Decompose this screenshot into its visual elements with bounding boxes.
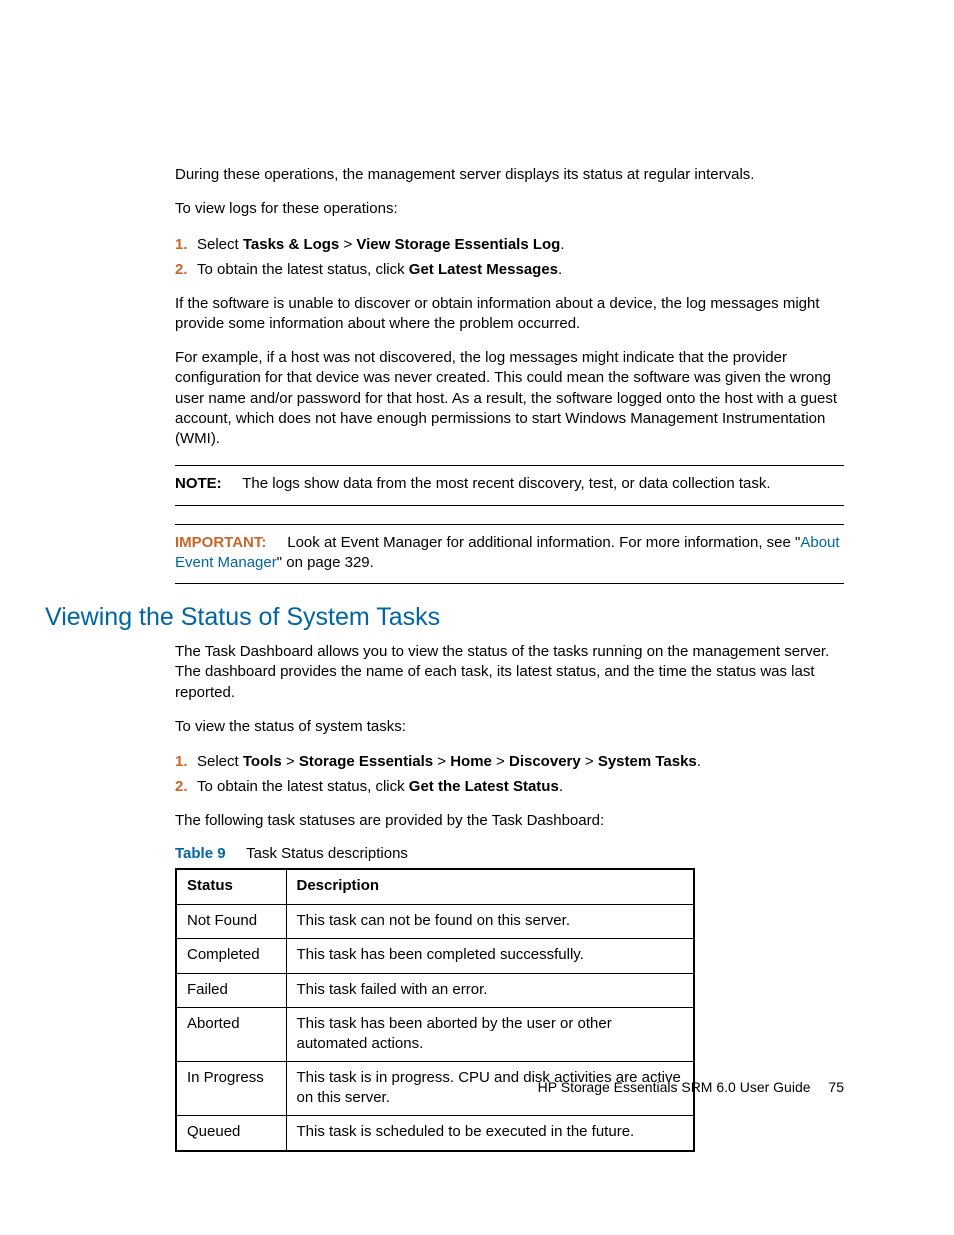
separator: > [581,753,598,770]
button-label: Get Latest Messages [409,261,558,278]
document-page: During these operations, the management … [0,0,954,1235]
section-heading: Viewing the Status of System Tasks [45,602,844,632]
step-1: 1. Select Tools > Storage Essentials > H… [175,751,844,772]
important-text-before: Look at Event Manager for additional inf… [287,534,800,551]
step-number: 2. [175,776,188,797]
menu-item: Storage Essentials [299,753,433,770]
menu-item: Home [450,753,492,770]
footer-title: HP Storage Essentials SRM 6.0 User Guide [538,1079,811,1095]
page-number: 75 [828,1079,844,1095]
step-text: Select [197,236,243,253]
to-view-paragraph: To view the status of system tasks: [175,717,844,737]
separator: > [433,753,450,770]
step-1: 1. Select Tasks & Logs > View Storage Es… [175,234,844,255]
menu-item: Discovery [509,753,581,770]
table-caption-text: Task Status descriptions [246,845,408,862]
step-2: 2. To obtain the latest status, click Ge… [175,776,844,797]
status-cell: Queued [176,1116,286,1151]
table-row: Failed This task failed with an error. [176,973,694,1008]
step-2: 2. To obtain the latest status, click Ge… [175,259,844,280]
note-callout: NOTE: The logs show data from the most r… [175,465,844,505]
suffix: . [558,261,562,278]
table-header-row: Status Description [176,869,694,904]
menu-item: Tools [243,753,282,770]
view-status-steps: 1. Select Tools > Storage Essentials > H… [175,751,844,797]
step-number: 2. [175,259,188,280]
button-label: Get the Latest Status [409,778,559,795]
status-cell: Not Found [176,904,286,939]
task-status-table: Status Description Not Found This task c… [175,868,695,1152]
important-label: IMPORTANT: [175,534,266,551]
header-description: Description [286,869,694,904]
status-cell: In Progress [176,1062,286,1116]
menu-item: System Tasks [598,753,697,770]
unable-paragraph: If the software is unable to discover or… [175,294,844,335]
step-text: To obtain the latest status, click [197,778,409,795]
desc-cell: This task has been completed successfull… [286,939,694,974]
page-footer: HP Storage Essentials SRM 6.0 User Guide… [538,1079,844,1095]
step-text: To obtain the latest status, click [197,261,409,278]
following-paragraph: The following task statuses are provided… [175,811,844,831]
separator: > [339,236,356,253]
important-text-after: " on page 329. [277,554,374,571]
content-block: During these operations, the management … [175,165,844,584]
separator: > [282,753,299,770]
status-cell: Completed [176,939,286,974]
table-row: Queued This task is scheduled to be exec… [176,1116,694,1151]
desc-cell: This task failed with an error. [286,973,694,1008]
header-status: Status [176,869,286,904]
dashboard-paragraph: The Task Dashboard allows you to view th… [175,642,844,703]
table-row: Aborted This task has been aborted by th… [176,1008,694,1062]
suffix: . [560,236,564,253]
example-paragraph: For example, if a host was not discovere… [175,348,844,449]
step-text: Select [197,753,243,770]
intro-paragraph-1: During these operations, the management … [175,165,844,185]
separator: > [492,753,509,770]
step-number: 1. [175,751,188,772]
desc-cell: This task has been aborted by the user o… [286,1008,694,1062]
table-caption: Table 9 Task Status descriptions [175,845,844,862]
status-cell: Failed [176,973,286,1008]
menu-item: Tasks & Logs [243,236,339,253]
section-content: The Task Dashboard allows you to view th… [175,642,844,1152]
step-number: 1. [175,234,188,255]
note-label: NOTE: [175,475,222,492]
status-cell: Aborted [176,1008,286,1062]
suffix: . [697,753,701,770]
menu-item: View Storage Essentials Log [356,236,560,253]
intro-paragraph-2: To view logs for these operations: [175,199,844,219]
table-label: Table 9 [175,845,226,862]
note-text: The logs show data from the most recent … [242,475,770,492]
table-row: Not Found This task can not be found on … [176,904,694,939]
view-logs-steps: 1. Select Tasks & Logs > View Storage Es… [175,234,844,280]
desc-cell: This task can not be found on this serve… [286,904,694,939]
desc-cell: This task is scheduled to be executed in… [286,1116,694,1151]
table-row: Completed This task has been completed s… [176,939,694,974]
suffix: . [559,778,563,795]
important-callout: IMPORTANT: Look at Event Manager for add… [175,524,844,585]
